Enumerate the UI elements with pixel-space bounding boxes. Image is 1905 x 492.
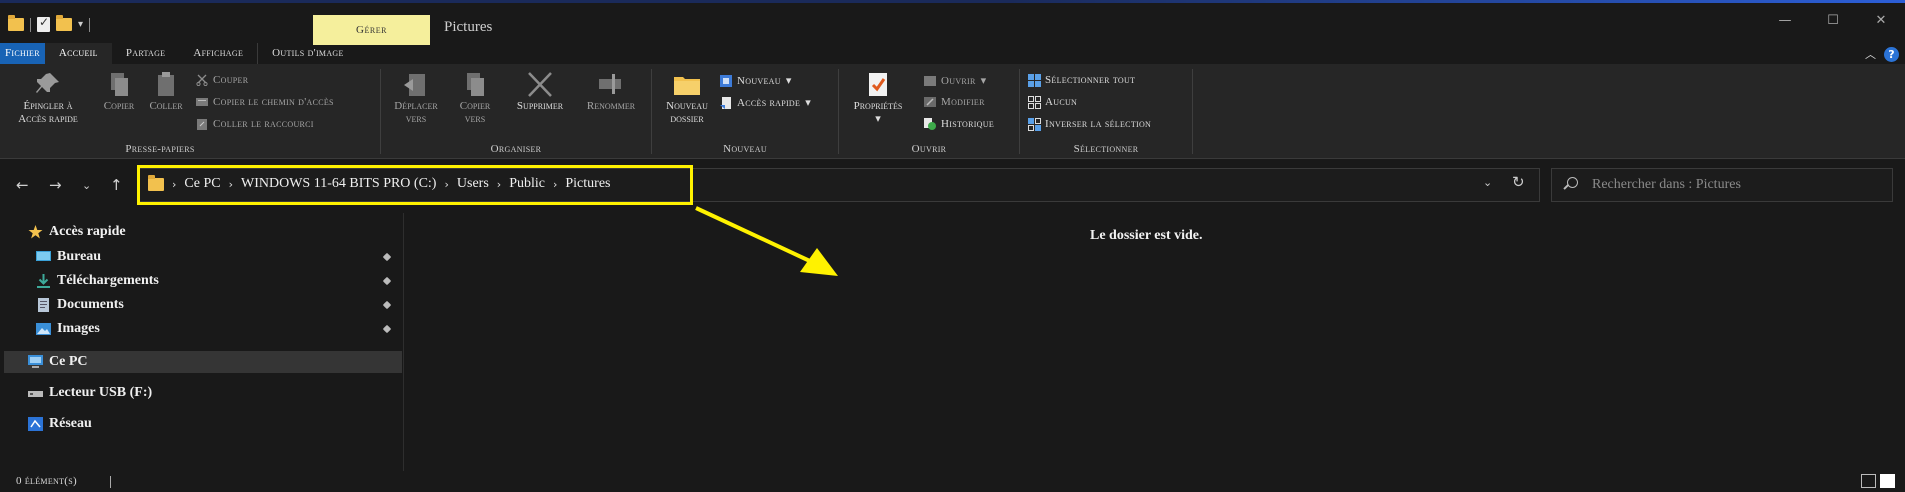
view-switcher xyxy=(1861,474,1895,488)
status-bar: 0 élément(s) xyxy=(0,471,1905,492)
details-view-button[interactable] xyxy=(1861,474,1876,488)
status-divider xyxy=(110,476,111,488)
annotation-arrow xyxy=(695,206,838,276)
large-icons-view-button[interactable] xyxy=(1880,474,1895,488)
item-count: 0 élément(s) xyxy=(16,475,77,487)
